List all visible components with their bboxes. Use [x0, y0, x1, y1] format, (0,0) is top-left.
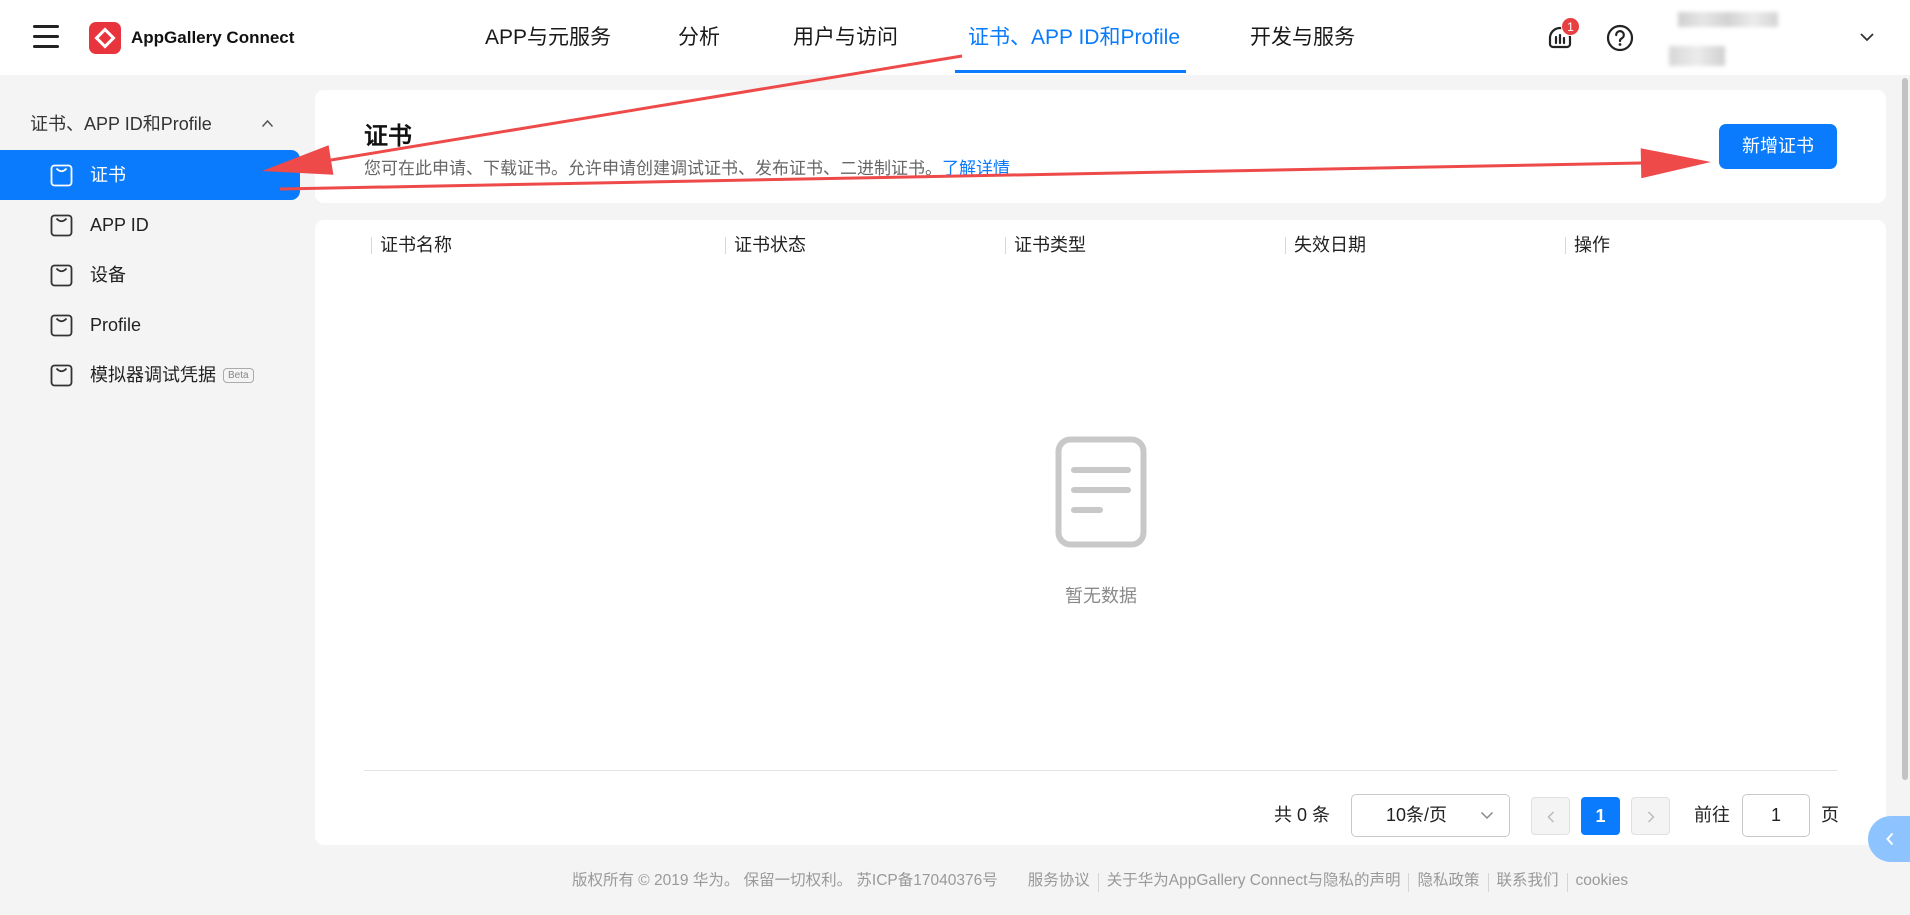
- empty-document-icon: [1055, 436, 1147, 548]
- column-separator: [725, 237, 726, 254]
- column-separator: [1285, 237, 1286, 254]
- page-size-select[interactable]: 10条/页: [1351, 794, 1510, 837]
- sidebar-item-label: Profile: [90, 315, 142, 335]
- scrollbar-thumb[interactable]: [1902, 78, 1908, 780]
- column-header-type: 证书类型: [1014, 235, 1086, 255]
- column-header-expiry: 失效日期: [1294, 235, 1366, 255]
- column-header-status: 证书状态: [734, 235, 806, 255]
- page-size-value: 10条/页: [1386, 805, 1448, 825]
- certificate-table-card: 证书名称 证书状态 证书类型 失效日期 操作 暂无数据 共 0 条 10条/页 …: [315, 220, 1886, 845]
- appgallery-logo-icon[interactable]: [89, 22, 121, 54]
- footer-link-contact[interactable]: 联系我们: [1487, 873, 1567, 892]
- column-separator: [371, 237, 372, 254]
- chevron-down-icon[interactable]: [1859, 31, 1875, 43]
- help-icon[interactable]: [1606, 24, 1634, 52]
- page-number-button[interactable]: 1: [1581, 797, 1620, 835]
- sidebar-item-label: 证书: [90, 165, 126, 185]
- footer-link-cookies[interactable]: cookies: [1566, 873, 1637, 892]
- sidebar-item-label: 模拟器调试凭据: [90, 365, 216, 385]
- sidebar-item-certificates[interactable]: 证书: [0, 150, 300, 200]
- page-suffix-label: 页: [1821, 805, 1839, 825]
- next-page-button[interactable]: [1631, 797, 1670, 835]
- chevron-left-icon: [1547, 811, 1555, 823]
- column-header-actions: 操作: [1574, 235, 1610, 255]
- chevron-right-icon: [1647, 811, 1655, 823]
- app-name[interactable]: AppGallery Connect: [131, 0, 294, 75]
- nav-users-access[interactable]: 用户与访问: [793, 0, 898, 75]
- column-separator: [1565, 237, 1566, 254]
- sidebar-item-app-id[interactable]: APP ID: [0, 200, 300, 250]
- page-icon: [50, 214, 73, 237]
- goto-label: 前往: [1694, 805, 1730, 825]
- user-name-blurred[interactable]: [1678, 12, 1778, 27]
- footer-link-terms[interactable]: 服务协议: [1028, 873, 1098, 892]
- collapse-panel-button[interactable]: [1868, 816, 1910, 862]
- nav-active-underline: [955, 70, 1186, 73]
- beta-badge: Beta: [223, 368, 254, 383]
- footer-link-privacy-policy[interactable]: 隐私政策: [1408, 873, 1487, 892]
- sidebar-item-profile[interactable]: Profile: [0, 300, 300, 350]
- chevron-down-icon: [1480, 811, 1494, 820]
- goto-page-input[interactable]: [1742, 794, 1810, 837]
- page-title: 证书: [364, 123, 412, 150]
- prev-page-button[interactable]: [1531, 797, 1570, 835]
- sidebar-group-title[interactable]: 证书、APP ID和Profile: [30, 108, 212, 140]
- footer: 版权所有 © 2019 华为。 保留一切权利。 苏ICP备17040376号 服…: [572, 870, 1636, 892]
- nav-certificates[interactable]: 证书、APP ID和Profile: [968, 0, 1180, 75]
- page-icon: [50, 264, 73, 287]
- add-certificate-button[interactable]: 新增证书: [1719, 124, 1837, 169]
- chevron-left-icon: [1886, 832, 1894, 846]
- hamburger-icon[interactable]: [33, 25, 59, 49]
- page-icon: [50, 164, 73, 187]
- column-separator: [1005, 237, 1006, 254]
- page-description: 您可在此申请、下载证书。允许申请创建调试证书、发布证书、二进制证书。了解详情: [364, 154, 1010, 179]
- copyright-text: 版权所有 © 2019 华为。 保留一切权利。 苏ICP备17040376号: [572, 872, 998, 889]
- chevron-up-icon[interactable]: [261, 119, 274, 128]
- sidebar-item-emulator-credentials[interactable]: 模拟器调试凭据 Beta: [0, 350, 300, 400]
- page-icon: [50, 314, 73, 337]
- table-divider: [364, 770, 1837, 771]
- nav-dev-services[interactable]: 开发与服务: [1250, 0, 1355, 75]
- total-count: 共 0 条: [1274, 805, 1331, 825]
- top-header: AppGallery Connect APP与元服务 分析 用户与访问 证书、A…: [0, 0, 1910, 75]
- sidebar-item-label: 设备: [90, 265, 126, 285]
- nav-app-services[interactable]: APP与元服务: [485, 0, 611, 75]
- notification-badge[interactable]: 1: [1561, 17, 1580, 36]
- user-account-blurred[interactable]: [1669, 46, 1725, 66]
- empty-state-text: 暂无数据: [1065, 586, 1137, 606]
- column-header-name: 证书名称: [380, 235, 452, 255]
- page-icon: [50, 364, 73, 387]
- sidebar-item-label: APP ID: [90, 215, 149, 235]
- sidebar-item-devices[interactable]: 设备: [0, 250, 300, 300]
- learn-more-link[interactable]: 了解详情: [942, 159, 1010, 178]
- nav-analytics[interactable]: 分析: [678, 0, 720, 75]
- footer-link-privacy-statement[interactable]: 关于华为AppGallery Connect与隐私的声明: [1097, 873, 1409, 892]
- page-description-text: 您可在此申请、下载证书。允许申请创建调试证书、发布证书、二进制证书。: [364, 159, 942, 178]
- page-header-card: 证书 您可在此申请、下载证书。允许申请创建调试证书、发布证书、二进制证书。了解详…: [315, 90, 1886, 203]
